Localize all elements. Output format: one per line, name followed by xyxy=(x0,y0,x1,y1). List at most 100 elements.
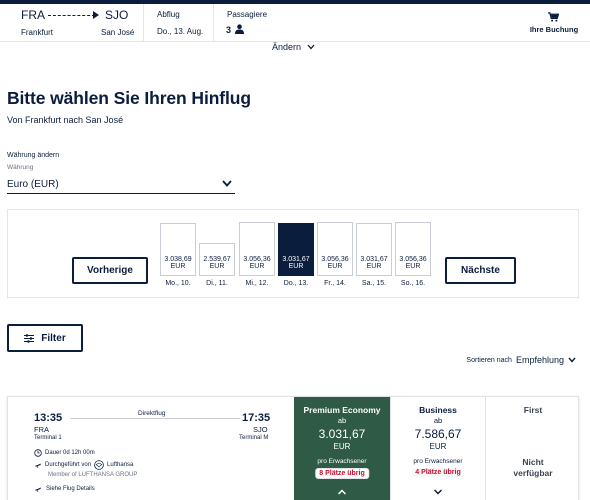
departure-label: Abflug xyxy=(157,10,180,19)
change-search-button[interactable]: Ändern xyxy=(272,42,315,52)
currency-select[interactable]: Euro (EUR) xyxy=(7,176,235,194)
date-price-box: 3.031,67 EUR xyxy=(356,223,392,276)
date-option-sun-16[interactable]: 3.056,36 EUR xyxy=(395,222,431,276)
next-dates-button[interactable]: Nächste xyxy=(445,257,516,284)
date-option-mon-10[interactable]: 3.038,69 EUR xyxy=(160,223,196,276)
date-currency: EUR xyxy=(288,263,304,270)
fare-premium-economy[interactable]: Premium Economy ab 3.031,67 EUR pro Erwa… xyxy=(294,397,390,500)
seats-left-badge: 8 Plätze übrig xyxy=(315,468,369,479)
fare-price: 3.031,67 xyxy=(318,427,366,441)
passenger-label: Passagiere xyxy=(227,10,268,19)
departure-date: Do., 13. Aug. xyxy=(157,27,204,36)
sort-value: Empfehlung xyxy=(515,355,564,365)
date-option-fri-14[interactable]: 3.056,36 EUR xyxy=(317,222,353,276)
plane-icon xyxy=(35,487,41,492)
booking-header: FRA SJO Frankfurt San José Abflug Do., 1… xyxy=(0,4,590,42)
plane-icon xyxy=(35,463,41,468)
date-price: 2.539,67 xyxy=(203,256,231,263)
chevron-up-icon xyxy=(337,489,347,495)
page-subtitle: Von Frankfurt nach San José xyxy=(7,115,124,125)
date-label: Mo., 10. xyxy=(165,280,191,287)
fare-currency: EUR xyxy=(429,442,447,451)
destination-code: SJO xyxy=(105,8,129,22)
departure-time: 13:35 xyxy=(34,412,63,424)
date-price: 3.031,67 xyxy=(360,256,388,263)
previous-dates-button[interactable]: Vorherige xyxy=(72,257,148,284)
route-arrow-icon xyxy=(93,11,99,19)
passenger-summary[interactable]: Passagiere 3 xyxy=(215,4,285,42)
date-price: 3.038,69 xyxy=(164,256,192,263)
seats-left-badge: 4 Plätze übrig xyxy=(412,468,464,477)
date-price-box: 2.539,67 EUR xyxy=(199,243,235,276)
change-label: Ändern xyxy=(272,42,302,52)
origin-code: FRA xyxy=(21,8,45,22)
date-option-wed-12[interactable]: 3.056,36 EUR xyxy=(239,222,275,276)
date-carousel: Vorherige 3.038,69 EUR 2.539,67 EUR 3.05… xyxy=(7,209,579,298)
chevron-down-icon xyxy=(433,489,443,495)
date-label: Mi., 12. xyxy=(245,280,269,287)
fare-per-adult: pro Erwachsener xyxy=(317,458,367,465)
date-label: Sa., 15. xyxy=(361,280,387,287)
date-price-box: 3.038,69 EUR xyxy=(160,223,196,276)
person-icon xyxy=(235,24,244,34)
passenger-count: 3 xyxy=(226,25,232,35)
your-booking-button[interactable]: Ihre Buchung xyxy=(529,4,579,42)
flight-type: Direktflug xyxy=(138,410,166,417)
not-available-line1: Nicht xyxy=(522,457,544,467)
fare-class-name: Business xyxy=(419,405,457,415)
flight-route-line xyxy=(70,418,240,419)
filter-button[interactable]: Filter xyxy=(7,324,83,352)
currency-change-title: Währung ändern xyxy=(7,152,60,159)
date-currency: EUR xyxy=(327,263,343,270)
sort-label: Sortieren nach xyxy=(466,356,512,364)
departure-terminal: Terminal 1 xyxy=(34,435,62,441)
date-price-box: 3.056,36 EUR xyxy=(317,222,353,276)
date-price-box-selected: 3.031,67 EUR xyxy=(278,223,314,276)
fare-currency: EUR xyxy=(333,442,351,451)
departure-date-summary[interactable]: Abflug Do., 13. Aug. xyxy=(145,4,214,42)
date-label: Do., 13. xyxy=(283,280,309,287)
date-option-sat-15[interactable]: 3.031,67 EUR xyxy=(356,223,392,276)
lufthansa-logo-icon xyxy=(94,460,104,470)
flight-duration: Dauer 0d 12h 00m xyxy=(45,450,95,456)
flight-details-link[interactable]: Siehe Flug Details xyxy=(34,485,95,493)
arrival-terminal: Terminal M xyxy=(239,435,269,441)
operated-by-row: Durchgeführt von Lufthansa xyxy=(34,460,133,470)
flight-result-card: 13:35 Direktflug 17:35 FRA SJO Terminal … xyxy=(7,396,579,500)
currency-field-label: Währung xyxy=(7,164,34,171)
clock-icon xyxy=(34,449,42,457)
date-price-box: 3.056,36 EUR xyxy=(395,222,431,276)
chevron-down-icon xyxy=(222,180,232,187)
chevron-down-icon xyxy=(307,44,315,50)
arrival-time: 17:35 xyxy=(242,412,271,424)
sort-select[interactable]: Sortieren nach Empfehlung xyxy=(466,355,576,365)
arrival-airport: SJO xyxy=(253,425,268,434)
date-label: Fr., 14. xyxy=(324,280,346,287)
airline-name: Lufthansa xyxy=(107,462,134,468)
date-option-thu-13[interactable]: 3.031,67 EUR xyxy=(278,223,314,276)
date-price-box: 3.056,36 EUR xyxy=(239,222,275,276)
origin-city: Frankfurt xyxy=(21,28,54,37)
departure-airport: FRA xyxy=(34,425,49,434)
date-price: 3.031,67 xyxy=(282,256,310,263)
fare-not-available: Nicht verfügbar xyxy=(486,457,580,479)
sliders-icon xyxy=(24,333,35,343)
fare-business[interactable]: Business ab 7.586,67 EUR pro Erwachsener… xyxy=(390,397,486,500)
page-title: Bitte wählen Sie Ihren Hinflug xyxy=(7,88,251,108)
fare-per-adult: pro Erwachsener xyxy=(413,458,463,465)
route-summary[interactable]: FRA SJO Frankfurt San José xyxy=(0,4,144,42)
alliance-member: Member of LUFTHANSA GROUP xyxy=(48,472,138,478)
destination-city: San José xyxy=(101,28,135,37)
date-price: 3.056,36 xyxy=(321,256,349,263)
filter-label: Filter xyxy=(41,332,66,344)
date-label: So., 16. xyxy=(400,280,426,287)
operated-by-label: Durchgeführt von xyxy=(45,462,92,468)
fare-price: 7.586,67 xyxy=(414,427,462,441)
duration-row: Dauer 0d 12h 00m xyxy=(34,449,95,457)
date-option-tue-11[interactable]: 2.539,67 EUR xyxy=(199,243,235,276)
date-currency: EUR xyxy=(170,263,186,270)
fare-class-name: First xyxy=(523,405,543,415)
date-price: 3.056,36 xyxy=(399,256,427,263)
date-currency: EUR xyxy=(209,263,225,270)
fare-from-label: ab xyxy=(433,416,443,425)
